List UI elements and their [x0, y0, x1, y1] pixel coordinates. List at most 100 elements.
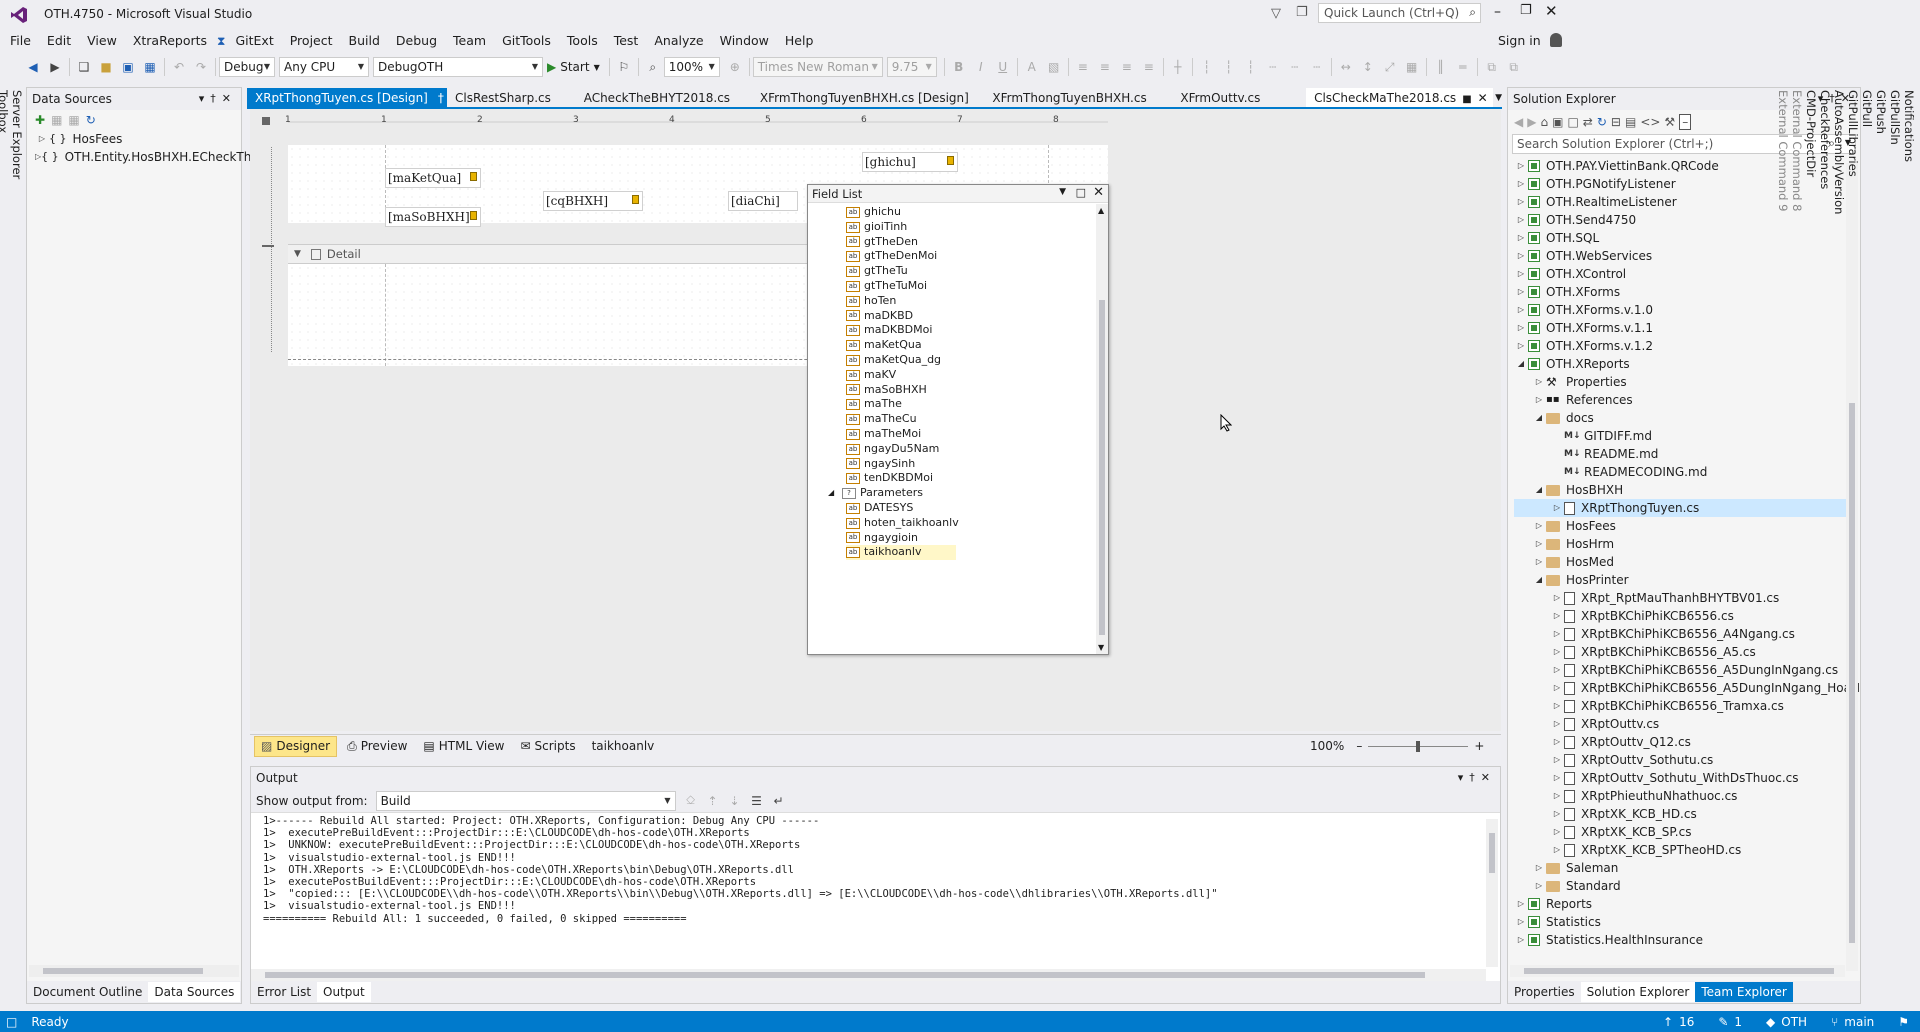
- changes-count[interactable]: 1: [1734, 1015, 1742, 1029]
- solution-config-select[interactable]: Debug ▼: [219, 57, 275, 77]
- align-lefts-icon[interactable]: ┆: [1196, 56, 1218, 78]
- output-tab[interactable]: Output: [317, 982, 371, 1002]
- make-same-size-icon[interactable]: ⤢: [1379, 56, 1401, 78]
- field-list-titlebar[interactable]: Field List ▼ □ ✕: [808, 185, 1108, 203]
- align-right-icon[interactable]: ≡: [1116, 56, 1138, 78]
- parameters-node[interactable]: ◢? Parameters: [828, 486, 1108, 501]
- maximize-button[interactable]: ❐: [1520, 3, 1532, 18]
- side-tab-cmd-projectdir[interactable]: CMD-ProjectDir: [1804, 84, 1818, 1004]
- field-item[interactable]: ab ngayDu5Nam: [846, 442, 1108, 457]
- start-button[interactable]: Start: [560, 60, 589, 74]
- expand-icon[interactable]: ▷: [1514, 175, 1528, 193]
- zoom-in-icon[interactable]: ⊕: [724, 56, 746, 78]
- tab-clscheckmathe2018[interactable]: ClsCheckMaThe2018.cs ■ ✕: [1306, 87, 1494, 108]
- find-icon[interactable]: ⚐: [613, 56, 635, 78]
- tab-overflow-icon[interactable]: ▼: [1495, 93, 1502, 103]
- expand-icon[interactable]: ▷: [1514, 931, 1528, 949]
- expand-icon[interactable]: ▷: [1532, 373, 1546, 391]
- side-tab-gitpush[interactable]: GitPush: [1874, 84, 1888, 1004]
- align-rights-icon[interactable]: ┆: [1240, 56, 1262, 78]
- expand-icon[interactable]: ▷: [1550, 823, 1564, 841]
- horizontal-scrollbar[interactable]: [29, 965, 239, 977]
- side-tab-external-command-9[interactable]: External Command 9: [1776, 84, 1790, 1004]
- designer-tab[interactable]: ▨ Designer: [254, 735, 338, 757]
- next-message-icon[interactable]: ⇣: [724, 790, 746, 812]
- close-icon[interactable]: ✕: [1093, 185, 1104, 200]
- tree-item[interactable]: ▷{ } OTH.Entity.HosBHXH.ECheckTh: [35, 148, 251, 166]
- menu-gittools[interactable]: GitTools: [494, 30, 559, 52]
- add-data-source-icon[interactable]: ✚: [35, 113, 45, 127]
- expand-icon[interactable]: ▷: [1550, 841, 1564, 859]
- field-item[interactable]: ab ngaySinh: [846, 457, 1108, 472]
- account-icon[interactable]: [1550, 33, 1562, 47]
- report-label-masobhxh[interactable]: [maSoBHXH]: [385, 207, 481, 227]
- feedback-icon[interactable]: ❐: [1296, 5, 1308, 20]
- repository-name[interactable]: OTH: [1781, 1015, 1807, 1029]
- error-list-tab[interactable]: Error List: [251, 982, 317, 1002]
- field-item[interactable]: ab gtTheDen: [846, 235, 1108, 250]
- expand-icon[interactable]: ▷: [1532, 391, 1546, 409]
- word-wrap-icon[interactable]: ↵: [768, 790, 790, 812]
- side-tab-external-command-8[interactable]: External Command 8: [1790, 84, 1804, 1004]
- document-outline-tab[interactable]: Document Outline: [27, 982, 148, 1002]
- side-tab-notifications[interactable]: Notifications: [1902, 84, 1916, 1004]
- expand-icon[interactable]: ▷: [1514, 301, 1528, 319]
- menu-help[interactable]: Help: [777, 30, 822, 52]
- expand-icon[interactable]: ◢: [1532, 409, 1546, 427]
- vertical-spacing-icon[interactable]: ═: [1452, 56, 1474, 78]
- expand-icon[interactable]: ▷: [1532, 859, 1546, 877]
- field-item[interactable]: ab maKetQua: [846, 338, 1108, 353]
- output-vscrollbar[interactable]: [1486, 819, 1498, 967]
- pencil-icon[interactable]: ✎: [1718, 1015, 1728, 1029]
- scripts-tab[interactable]: ✉ Scripts: [510, 739, 585, 753]
- align-grid-icon[interactable]: ┼: [1167, 56, 1189, 78]
- expand-icon[interactable]: ▷: [1550, 589, 1564, 607]
- expand-icon[interactable]: ▷: [1532, 535, 1546, 553]
- refresh-icon[interactable]: ↻: [1597, 115, 1607, 129]
- expand-icon[interactable]: ▷: [1514, 319, 1528, 337]
- tab-xfrmthongtuyenbhxh-design[interactable]: XFrmThongTuyenBHXH.cs [Design]: [752, 88, 985, 108]
- report-label-cqbhxh[interactable]: [cqBHXH]: [543, 191, 643, 211]
- zoom-select[interactable]: 100% ▼: [663, 57, 720, 77]
- field-item[interactable]: ab maSoBHXH: [846, 383, 1108, 398]
- switch-views-icon[interactable]: ▣: [1552, 115, 1563, 129]
- startup-project-select[interactable]: DebugOTH ▼: [373, 57, 543, 77]
- back-color-icon[interactable]: ▧: [1043, 56, 1065, 78]
- collapse-icon[interactable]: ◢: [828, 486, 842, 501]
- expand-icon[interactable]: ▷: [1550, 751, 1564, 769]
- preview-icon[interactable]: –: [1679, 114, 1692, 130]
- justify-icon[interactable]: ≡: [1138, 56, 1160, 78]
- expand-icon[interactable]: ▷: [1514, 193, 1528, 211]
- field-list-window[interactable]: Field List ▼ □ ✕ ab ghichu ab gioiTinh ab gtT…: [807, 184, 1109, 655]
- field-item[interactable]: ab hoTen: [846, 294, 1108, 309]
- preview-tab[interactable]: ⎙ Preview: [337, 739, 417, 754]
- expand-icon[interactable]: ▷: [1550, 733, 1564, 751]
- forward-icon[interactable]: ▶: [1527, 115, 1536, 129]
- dropdown-icon[interactable]: ▼: [1059, 187, 1066, 197]
- expand-icon[interactable]: ▷: [1550, 625, 1564, 643]
- forward-icon[interactable]: ▶: [44, 56, 66, 78]
- repo-icon[interactable]: ◆: [1766, 1015, 1775, 1029]
- sync-icon[interactable]: ⇄: [1583, 115, 1593, 129]
- expand-icon[interactable]: ▷: [1550, 769, 1564, 787]
- expand-icon[interactable]: ▷: [1514, 229, 1528, 247]
- expand-icon[interactable]: ▷: [1532, 553, 1546, 571]
- expand-icon[interactable]: ▷: [1514, 337, 1528, 355]
- underline-button[interactable]: U: [992, 56, 1014, 78]
- menu-xtrareports[interactable]: XtraReports: [125, 30, 215, 52]
- maximize-icon[interactable]: □: [1076, 186, 1086, 199]
- expand-icon[interactable]: ▷: [1550, 499, 1564, 517]
- properties-tab[interactable]: Properties: [1508, 982, 1581, 1002]
- field-item[interactable]: ab tenDKBDMoi: [846, 471, 1108, 486]
- tab-xfrmouttv[interactable]: XFrmOuttv.cs: [1172, 88, 1306, 108]
- menu-team[interactable]: Team: [445, 30, 494, 52]
- side-tab-gitpulllibraries[interactable]: GitPullLibraries: [1846, 84, 1860, 1004]
- edit-dataset-icon[interactable]: ▦: [51, 113, 62, 127]
- field-item[interactable]: ab maKV: [846, 368, 1108, 383]
- field-item[interactable]: ab maThe: [846, 397, 1108, 412]
- field-item[interactable]: ab maDKBD: [846, 309, 1108, 324]
- clear-all-icon[interactable]: ☰: [746, 790, 768, 812]
- branch-icon[interactable]: ⑂: [1831, 1015, 1838, 1029]
- field-item[interactable]: ab maTheCu: [846, 412, 1108, 427]
- menu-project[interactable]: Project: [282, 30, 341, 52]
